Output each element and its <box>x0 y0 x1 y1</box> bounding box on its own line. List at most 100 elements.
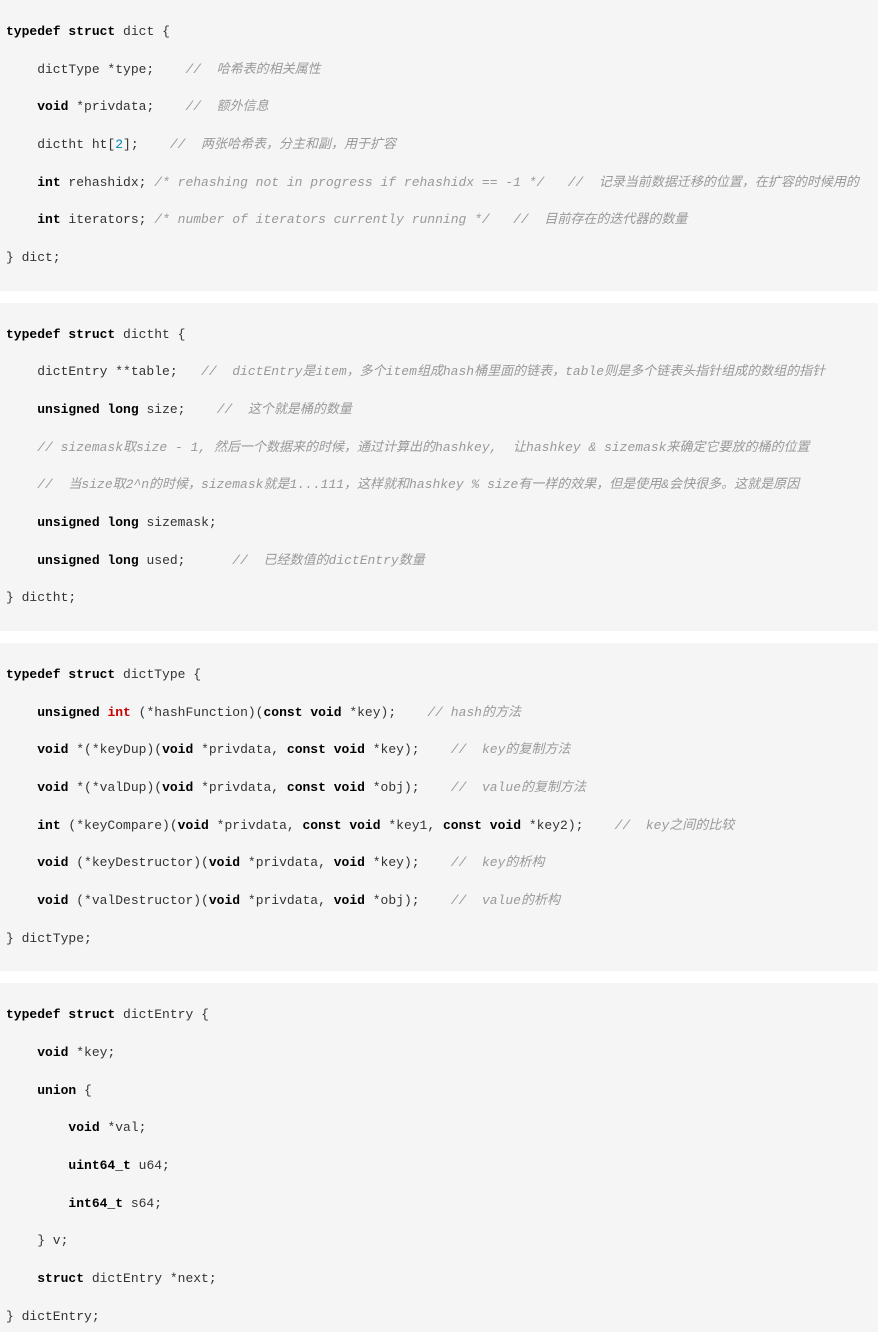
comment: /* number of iterators currently running… <box>154 212 489 227</box>
keyword: int <box>37 818 60 833</box>
keyword: const <box>287 780 326 795</box>
code-text <box>6 1045 37 1060</box>
code-text: *key); <box>365 855 451 870</box>
code-text: *privdata, <box>209 818 303 833</box>
comment: // key之间的比较 <box>615 818 735 833</box>
keyword: void <box>490 818 521 833</box>
brace: { <box>154 24 170 39</box>
keyword: void <box>349 818 380 833</box>
keyword: struct <box>68 24 115 39</box>
comment: // 额外信息 <box>185 99 268 114</box>
keyword: const <box>303 818 342 833</box>
code-line: void *privdata; // 额外信息 <box>6 98 872 117</box>
keyword: unsigned <box>37 705 99 720</box>
code-text <box>6 1196 68 1211</box>
code-text: *obj); <box>365 893 451 908</box>
keyword: int64_t <box>68 1196 123 1211</box>
code-text: (*valDestructor)( <box>68 893 208 908</box>
code-text: *privdata, <box>193 742 287 757</box>
code-block-dictType: typedef struct dictType { unsigned int (… <box>0 643 878 971</box>
code-text: *privdata; <box>68 99 185 114</box>
code-text: ]; <box>123 137 170 152</box>
code-text <box>6 818 37 833</box>
code-text <box>6 855 37 870</box>
keyword: unsigned <box>37 553 99 568</box>
code-line: // sizemask取size - 1, 然后一个数据来的时候，通过计算出的h… <box>6 439 872 458</box>
code-line: struct dictEntry *next; <box>6 1270 872 1289</box>
keyword: void <box>37 780 68 795</box>
keyword: void <box>209 893 240 908</box>
code-line: } dict; <box>6 249 872 268</box>
code-line: void *(*keyDup)(void *privdata, const vo… <box>6 741 872 760</box>
code-line: void *val; <box>6 1119 872 1138</box>
keyword: void <box>162 742 193 757</box>
code-text <box>6 1271 37 1286</box>
code-text: { <box>76 1083 92 1098</box>
keyword: unsigned <box>37 515 99 530</box>
code-text: (*keyDestructor)( <box>68 855 208 870</box>
code-text: *key2); <box>521 818 615 833</box>
code-line: typedef struct dictht { <box>6 326 872 345</box>
identifier: dictht <box>123 327 170 342</box>
keyword: void <box>334 855 365 870</box>
keyword: void <box>162 780 193 795</box>
comment: // 目前存在的迭代器的数量 <box>490 212 688 227</box>
keyword: void <box>209 855 240 870</box>
code-text: *(*keyDup)( <box>68 742 162 757</box>
keyword: long <box>107 515 138 530</box>
code-text: used; <box>139 553 233 568</box>
comment: // 当size取2^n的时候，sizemask就是1...111，这样就和ha… <box>37 477 799 492</box>
code-text: *key1, <box>381 818 443 833</box>
code-line: dictht ht[2]; // 两张哈希表，分主和副，用于扩容 <box>6 136 872 155</box>
code-text: *privdata, <box>193 780 287 795</box>
comment: /* rehashing not in progress if rehashid… <box>154 175 544 190</box>
code-text <box>6 212 37 227</box>
code-line: dictType *type; // 哈希表的相关属性 <box>6 61 872 80</box>
keyword: void <box>68 1120 99 1135</box>
code-text: dictType *type; <box>6 62 185 77</box>
code-text: size; <box>139 402 217 417</box>
brace: { <box>170 327 186 342</box>
code-text: *privdata, <box>240 893 334 908</box>
code-text <box>6 553 37 568</box>
code-text: *privdata, <box>240 855 334 870</box>
code-text <box>6 705 37 720</box>
code-line: } dictht; <box>6 589 872 608</box>
code-line: int (*keyCompare)(void *privdata, const … <box>6 817 872 836</box>
code-line: typedef struct dict { <box>6 23 872 42</box>
code-text: u64; <box>131 1158 170 1173</box>
code-line: int64_t s64; <box>6 1195 872 1214</box>
keyword: void <box>37 742 68 757</box>
code-block-dictht: typedef struct dictht { dictEntry **tabl… <box>0 303 878 631</box>
keyword: typedef <box>6 24 61 39</box>
code-text <box>6 1083 37 1098</box>
code-line: void *key; <box>6 1044 872 1063</box>
comment: // dictEntry是item，多个item组成hash桶里面的链表，tab… <box>201 364 825 379</box>
code-text: *(*valDup)( <box>68 780 162 795</box>
keyword: int <box>37 175 60 190</box>
keyword: long <box>107 553 138 568</box>
code-text <box>6 402 37 417</box>
keyword: int <box>37 212 60 227</box>
number: 2 <box>115 137 123 152</box>
keyword: void <box>37 855 68 870</box>
keyword: typedef <box>6 327 61 342</box>
code-line: void (*valDestructor)(void *privdata, vo… <box>6 892 872 911</box>
code-line: uint64_t u64; <box>6 1157 872 1176</box>
keyword: void <box>334 893 365 908</box>
keyword: void <box>334 780 365 795</box>
brace: { <box>185 667 201 682</box>
code-text <box>6 893 37 908</box>
keyword: struct <box>68 1007 115 1022</box>
code-text: (*keyCompare)( <box>61 818 178 833</box>
code-text: *key; <box>68 1045 115 1060</box>
comment: // value的析构 <box>451 893 560 908</box>
code-text <box>6 515 37 530</box>
code-text: *val; <box>100 1120 147 1135</box>
comment: // key的析构 <box>451 855 545 870</box>
comment: // 哈希表的相关属性 <box>185 62 320 77</box>
identifier: dictType <box>123 667 185 682</box>
keyword: struct <box>68 327 115 342</box>
code-text: sizemask; <box>139 515 217 530</box>
keyword: long <box>107 402 138 417</box>
